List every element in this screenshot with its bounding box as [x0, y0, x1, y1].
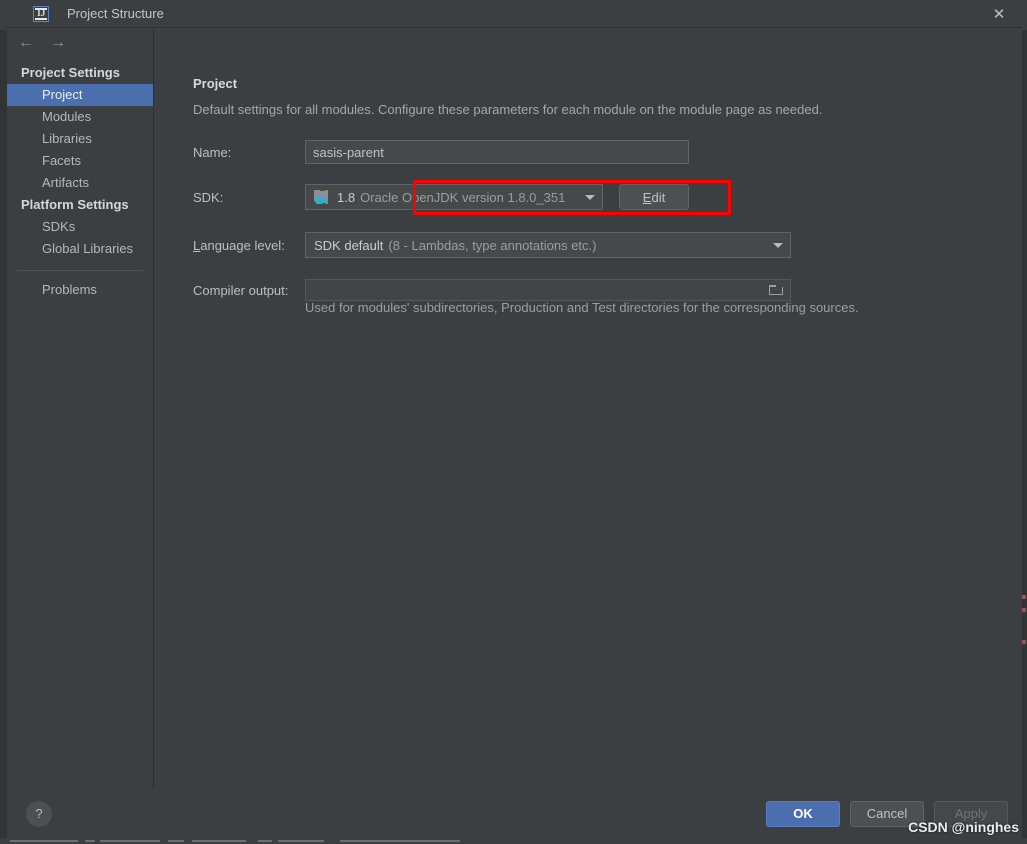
language-level-detail: (8 - Lambdas, type annotations etc.): [388, 238, 596, 253]
sidebar-item-global-libraries[interactable]: Global Libraries: [7, 238, 153, 260]
dialog-title: Project Structure: [67, 6, 164, 21]
status-bar-item: [340, 840, 460, 842]
name-row: Name: sasis-parent: [193, 140, 1022, 164]
project-name-input[interactable]: sasis-parent: [305, 140, 689, 164]
sidebar-navigation-bar: ← →: [7, 28, 153, 58]
sidebar-item-artifacts[interactable]: Artifacts: [7, 172, 153, 194]
footer-actions: OK Cancel Apply: [766, 801, 1008, 827]
sidebar-item-project[interactable]: Project: [7, 84, 153, 106]
sidebar-group-project-settings: Project Settings: [7, 62, 153, 84]
back-arrow-icon[interactable]: ←: [15, 32, 37, 54]
sidebar-item-sdks[interactable]: SDKs: [7, 216, 153, 238]
status-bar-item: [258, 840, 272, 842]
sidebar-group-platform-settings: Platform Settings: [7, 194, 153, 216]
language-level-row: Language level: SDK default (8 - Lambdas…: [193, 232, 1022, 258]
edit-button-label: dit: [651, 190, 665, 205]
language-level-combo-box[interactable]: SDK default (8 - Lambdas, type annotatio…: [305, 232, 791, 258]
background-left-edge: [0, 30, 7, 844]
sdk-combo-box[interactable]: 1.8 Oracle OpenJDK version 1.8.0_351: [305, 184, 603, 210]
status-bar-item: [168, 840, 184, 842]
status-bar-item: [192, 840, 246, 842]
sidebar-item-facets[interactable]: Facets: [7, 150, 153, 172]
page-title: Project: [193, 76, 1022, 91]
forward-arrow-icon[interactable]: →: [47, 32, 69, 54]
project-structure-dialog: IJ Project Structure ✕ ← → Project Setti…: [7, 0, 1022, 838]
ok-button[interactable]: OK: [766, 801, 840, 827]
sdk-row: SDK: 1.8 Oracle OpenJDK version 1.8.0_35…: [193, 184, 1022, 210]
compiler-output-hint: Used for modules' subdirectories, Produc…: [305, 300, 1022, 315]
dialog-footer: ? OK Cancel Apply: [7, 789, 1022, 838]
sdk-label: SDK:: [193, 190, 305, 205]
compiler-output-row: Compiler output:: [193, 278, 1022, 302]
sidebar-divider: [17, 270, 143, 271]
edit-sdk-button[interactable]: Edit: [619, 184, 689, 210]
page-subtitle: Default settings for all modules. Config…: [193, 102, 1022, 117]
sidebar-item-modules[interactable]: Modules: [7, 106, 153, 128]
dialog-body: ← → Project Settings Project Modules Lib…: [7, 28, 1022, 789]
sidebar-item-problems[interactable]: Problems: [7, 279, 153, 301]
edit-button-mnemonic: E: [643, 190, 652, 205]
compiler-output-label: Compiler output:: [193, 283, 305, 298]
status-bar-item: [85, 840, 95, 842]
dialog-title-bar: IJ Project Structure ✕: [7, 0, 1022, 28]
help-button[interactable]: ?: [26, 801, 52, 827]
status-bar-item: [278, 840, 324, 842]
language-level-value: SDK default: [314, 238, 383, 253]
background-status-bar: [0, 837, 1027, 844]
background-mark: [1022, 640, 1026, 644]
background-right-edge: [1022, 30, 1027, 844]
app-icon-letters: IJ: [37, 9, 45, 19]
project-form: Name: sasis-parent SDK: 1.8: [193, 140, 1022, 315]
background-mark: [1022, 595, 1026, 599]
intellij-idea-icon: IJ: [33, 6, 49, 22]
folder-icon[interactable]: [769, 284, 784, 296]
sdk-version-full: Oracle OpenJDK version 1.8.0_351: [360, 190, 565, 205]
status-bar-item: [100, 840, 160, 842]
compiler-output-input[interactable]: [305, 279, 791, 301]
project-settings-panel: Project Default settings for all modules…: [154, 28, 1022, 789]
settings-sidebar: ← → Project Settings Project Modules Lib…: [7, 28, 154, 789]
language-level-label: Language level:: [193, 238, 305, 253]
chevron-down-icon[interactable]: [766, 233, 790, 257]
apply-button: Apply: [934, 801, 1008, 827]
cancel-button[interactable]: Cancel: [850, 801, 924, 827]
sdk-version-short: 1.8: [337, 190, 355, 205]
chevron-down-icon[interactable]: [578, 185, 602, 209]
java-sdk-folder-icon: [314, 190, 330, 205]
sidebar-item-libraries[interactable]: Libraries: [7, 128, 153, 150]
close-icon[interactable]: ✕: [976, 0, 1022, 27]
background-mark: [1022, 608, 1026, 612]
status-bar-item: [10, 840, 78, 842]
name-label: Name:: [193, 145, 305, 160]
settings-tree: Project Settings Project Modules Librari…: [7, 58, 153, 301]
